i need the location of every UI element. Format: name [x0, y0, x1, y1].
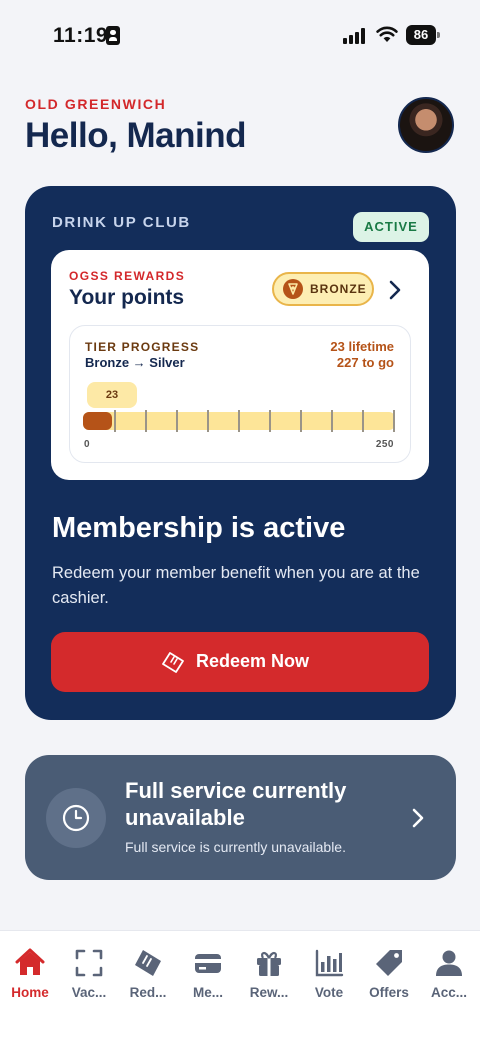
redeem-now-button[interactable]: Redeem Now: [51, 632, 429, 692]
nav-item-rewards[interactable]: Rew...: [239, 947, 299, 1007]
location-label: OLD GREENWICH: [25, 96, 167, 112]
rewards-program-label: OGSS REWARDS: [69, 269, 186, 283]
nav-label-membership: Me...: [192, 985, 223, 1000]
status-time: 11:19: [53, 24, 109, 47]
tag-icon: [376, 950, 402, 976]
current-value-bubble: 23: [87, 382, 137, 408]
points-title: Your points: [69, 286, 185, 309]
membership-description: Redeem your member benefit when you are …: [52, 564, 420, 607]
nav-item-vote[interactable]: Vote: [299, 947, 359, 1007]
nav-item-home[interactable]: Home: [0, 947, 60, 1007]
card-icon: [195, 954, 221, 973]
service-title: Full service currently unavailable: [125, 778, 347, 830]
service-description: Full service is currently unavailable.: [125, 839, 346, 855]
cellular-signal-icon: [343, 28, 367, 44]
nav-item-membership[interactable]: Me...: [178, 947, 238, 1007]
nav-label-rewards: Rew...: [249, 985, 289, 1000]
progress-bar: [83, 410, 395, 432]
tier-progress-panel: TIER PROGRESS Bronze → Silver 23 lifetim…: [69, 325, 411, 463]
club-title: DRINK UP CLUB: [52, 214, 191, 231]
progress-min: 0: [84, 439, 91, 450]
chevron-right-icon[interactable]: [410, 807, 426, 829]
ticket-icon: [162, 652, 184, 673]
id-card-icon: [106, 26, 120, 45]
tier-badge-label: BRONZE: [310, 282, 367, 296]
nav-label-vote: Vote: [314, 985, 344, 1000]
nav-label-offers: Offers: [369, 985, 409, 1000]
service-status-card[interactable]: Full service currently unavailable Full …: [25, 755, 456, 880]
wifi-icon: [376, 26, 398, 42]
gift-icon: [257, 952, 281, 976]
greeting-title: Hello, Manind: [25, 116, 247, 155]
clock-icon: [46, 788, 106, 848]
club-card: DRINK UP CLUB ACTIVE OGSS REWARDS Your p…: [25, 186, 456, 720]
progress-tick: [300, 410, 302, 432]
redeem-now-label: Redeem Now: [196, 651, 310, 671]
medal-icon: [283, 279, 303, 299]
progress-tick: [145, 410, 147, 432]
nav-label-home: Home: [11, 985, 49, 1000]
membership-title: Membership is active: [52, 512, 346, 544]
points-card[interactable]: OGSS REWARDS Your points BRONZE TIER PRO…: [51, 250, 429, 480]
status-bar: 11:19 86: [0, 0, 480, 70]
progress-tick: [269, 410, 271, 432]
progress-tick: [331, 410, 333, 432]
chart-icon: [315, 949, 344, 977]
tier-badge: BRONZE: [272, 272, 374, 306]
progress-tick: [114, 410, 116, 432]
nav-item-vaccine[interactable]: Vac...: [59, 947, 119, 1007]
battery-icon: 86: [406, 25, 440, 45]
nav-item-account[interactable]: Acc...: [419, 947, 479, 1007]
scan-icon: [75, 949, 103, 977]
avatar[interactable]: [398, 97, 454, 153]
home-icon: [15, 948, 45, 975]
progress-fill: [83, 412, 112, 430]
progress-tick: [362, 410, 364, 432]
progress-tick: [207, 410, 209, 432]
bottom-nav: Home Vac... Red... Me... Rew... Vote Off…: [0, 930, 480, 1041]
progress-tick: [176, 410, 178, 432]
nav-label-vaccine: Vac...: [71, 985, 107, 1000]
lifetime-points: 23 lifetime: [330, 339, 394, 354]
nav-item-offers[interactable]: Offers: [359, 947, 419, 1007]
nav-label-account: Acc...: [430, 985, 468, 1000]
progress-tick: [393, 410, 395, 432]
tier-path: Bronze → Silver: [85, 355, 185, 370]
status-badge: ACTIVE: [353, 212, 429, 242]
person-icon: [436, 950, 462, 976]
nav-label-redeem: Red...: [129, 985, 167, 1000]
chevron-right-icon[interactable]: [385, 279, 405, 301]
tier-progress-label: TIER PROGRESS: [85, 340, 200, 354]
nav-item-redeem[interactable]: Red...: [118, 947, 178, 1007]
battery-level: 86: [406, 25, 436, 45]
progress-tick: [238, 410, 240, 432]
points-to-go: 227 to go: [336, 355, 394, 370]
progress-max: 250: [375, 439, 394, 450]
ticket-icon: [135, 950, 161, 976]
